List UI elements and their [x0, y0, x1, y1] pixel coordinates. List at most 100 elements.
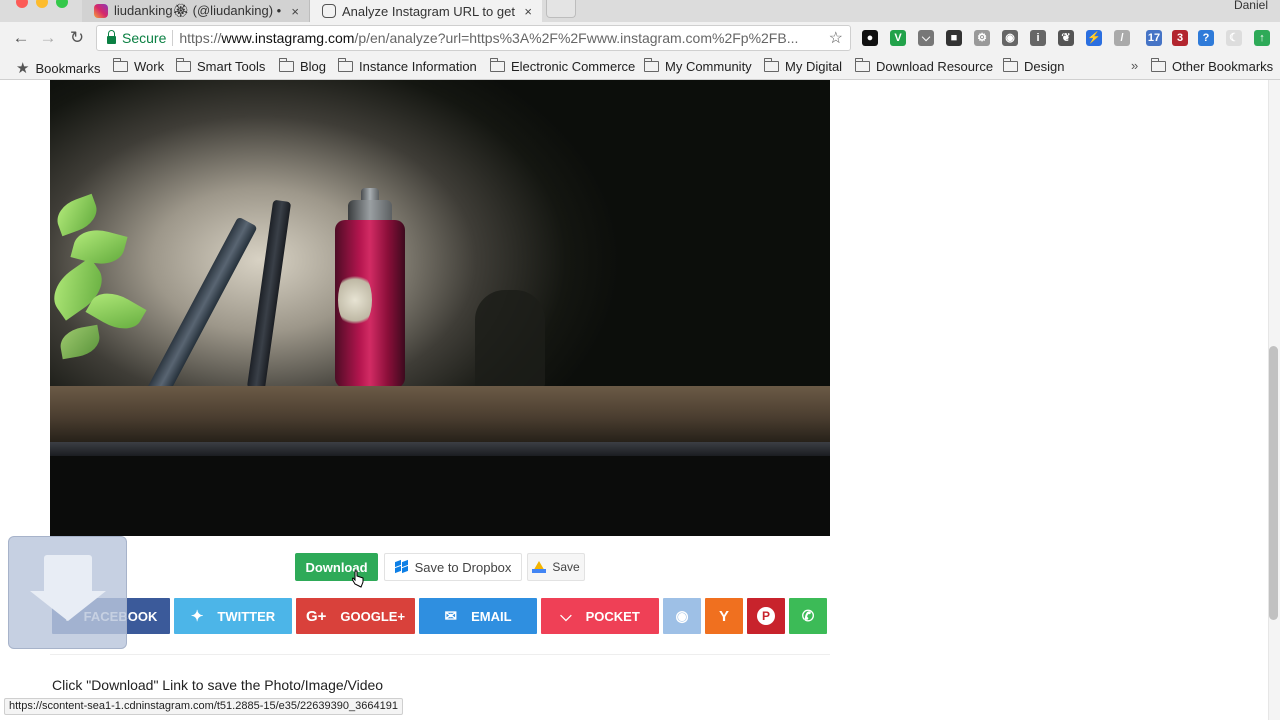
save-to-drive-button[interactable]: Save — [527, 553, 585, 581]
share-twitter-button[interactable]: ✦ TWITTER — [174, 598, 292, 634]
pocket-extension-icon[interactable]: ⌵ — [918, 30, 934, 46]
email-icon: ✉ — [444, 608, 458, 625]
bookmark-folder-my-digital[interactable]: My Digital — [764, 58, 843, 74]
bookmark-label: My Digital — [785, 59, 843, 74]
zoom-window-button[interactable] — [56, 0, 68, 8]
bookmark-label: Instance Information — [359, 59, 477, 74]
folder-icon — [490, 58, 505, 72]
bookmark-label: Design — [1024, 59, 1065, 74]
gear-extension-icon[interactable]: ⚙ — [974, 30, 990, 46]
bookmark-label: Work — [134, 59, 165, 74]
tab-title: Analyze Instagram URL to get — [342, 3, 515, 19]
whatsapp-icon: ✆ — [801, 608, 815, 625]
download-instruction: Click "Download" Link to save the Photo/… — [52, 677, 384, 693]
browser-toolbar: ← → ↻ Secure https://www.instagramg.com/… — [0, 22, 1280, 54]
share-whatsapp-button[interactable]: ✆ — [789, 598, 827, 634]
instagram-photo — [50, 80, 830, 536]
bookmark-label: Electronic Commerce — [511, 59, 636, 74]
tab-title: liudanking🏵 (@liudanking) • I — [114, 3, 286, 18]
dropbox-icon — [394, 559, 409, 574]
instagram-icon — [94, 4, 108, 18]
drive-label: Save — [552, 560, 580, 574]
bookmark-folder-download-resource[interactable]: Download Resource — [855, 58, 994, 74]
instagram-outline-icon — [322, 4, 336, 18]
folder-icon — [644, 58, 659, 72]
scrollbar-thumb[interactable] — [1269, 346, 1278, 620]
bookmark-bookmarks[interactable]: ★ Bookmarks — [16, 59, 100, 77]
bookmark-star-icon[interactable]: ☆ — [829, 28, 843, 48]
bookmark-folder-blog[interactable]: Blog — [279, 58, 327, 74]
info-extension-icon[interactable]: i — [1030, 30, 1046, 46]
folder-icon — [1003, 58, 1018, 72]
url-text[interactable]: https://www.instagramg.com/p/en/analyze?… — [179, 30, 828, 46]
moon-extension-icon[interactable]: ☾ — [1226, 30, 1242, 46]
grid-extension-icon[interactable]: ■ — [946, 30, 962, 46]
star-icon: ★ — [16, 60, 30, 77]
back-button[interactable]: ← — [10, 27, 32, 49]
bookmarks-bar: ★ Bookmarks Work Smart Tools Blog Instan… — [0, 54, 1280, 80]
share-label: POCKET — [585, 608, 640, 624]
bookmark-folder-smart-tools[interactable]: Smart Tools — [176, 58, 266, 74]
folder-icon — [764, 58, 779, 72]
shield-extension-icon[interactable]: 3 — [1172, 30, 1188, 46]
close-tab-icon[interactable]: × — [291, 4, 299, 19]
circle-extension-icon[interactable]: ● — [862, 30, 878, 46]
bookmark-folder-work[interactable]: Work — [113, 58, 165, 74]
camera-extension-icon[interactable]: ◉ — [1002, 30, 1018, 46]
bookmark-folder-other-bookmarks[interactable]: Other Bookmarks — [1151, 58, 1274, 74]
calendar-extension-icon[interactable]: 17 — [1146, 30, 1162, 46]
twitter-icon: ✦ — [190, 608, 204, 625]
reddit-icon: ◉ — [675, 608, 689, 625]
bookmark-label: Smart Tools — [197, 59, 266, 74]
reload-button[interactable]: ↻ — [66, 27, 88, 49]
evernote-extension-icon[interactable]: ❦ — [1058, 30, 1074, 46]
pinterest-icon: P — [757, 607, 775, 625]
bookmarks-overflow-button[interactable]: » — [1131, 58, 1138, 73]
bookmark-label: My Community — [665, 59, 752, 74]
folder-icon — [855, 58, 870, 72]
bookmark-folder-electronic-commerce[interactable]: Electronic Commerce — [490, 58, 636, 74]
share-label: GOOGLE+ — [340, 608, 406, 624]
up-arrow-extension-icon[interactable]: ↑ — [1254, 30, 1270, 46]
bookmark-folder-my-community[interactable]: My Community — [644, 58, 752, 74]
lock-icon — [107, 30, 116, 44]
download-button[interactable]: Download — [295, 553, 378, 581]
bookmark-label: Blog — [300, 59, 327, 74]
url-path: /p/en/analyze?url=https%3A%2F%2Fwww.inst… — [354, 30, 799, 46]
tab-instagram-profile[interactable]: liudanking🏵 (@liudanking) • I × — [82, 0, 310, 22]
close-window-button[interactable] — [16, 0, 28, 8]
bookmark-folder-design[interactable]: Design — [1003, 58, 1065, 74]
share-googleplus-button[interactable]: G+ GOOGLE+ — [296, 598, 415, 634]
address-bar[interactable]: Secure https://www.instagramg.com/p/en/a… — [96, 25, 851, 51]
share-pinterest-button[interactable]: P — [747, 598, 785, 634]
google-plus-icon: G+ — [305, 607, 327, 625]
v-extension-icon[interactable]: V — [890, 30, 906, 46]
forward-button[interactable]: → — [37, 27, 59, 49]
new-tab-button[interactable] — [546, 0, 576, 18]
download-arrow-icon — [44, 555, 92, 591]
folder-icon — [113, 58, 128, 72]
share-email-button[interactable]: ✉ EMAIL — [419, 598, 537, 634]
link-status-bar: https://scontent-sea1-1.cdninstagram.com… — [4, 698, 403, 715]
omnibox-divider — [172, 30, 174, 46]
save-to-dropbox-button[interactable]: Save to Dropbox — [384, 553, 522, 581]
share-pocket-button[interactable]: ⌵ POCKET — [541, 598, 659, 634]
bookmark-label: Download Resource — [876, 59, 994, 74]
folder-icon — [176, 58, 191, 72]
help-extension-icon[interactable]: ? — [1198, 30, 1214, 46]
bookmark-label: Other Bookmarks — [1172, 59, 1274, 74]
page-content: Download Save to Dropbox Save f FACEBOOK… — [0, 80, 1280, 720]
close-tab-icon[interactable]: × — [524, 4, 532, 19]
folder-icon — [1151, 58, 1166, 72]
google-drive-icon — [532, 561, 547, 573]
share-hackernews-button[interactable]: Y — [705, 598, 743, 634]
folder-icon — [279, 58, 294, 72]
bolt-extension-icon[interactable]: ⚡ — [1086, 30, 1102, 46]
tab-analyze-instagram[interactable]: Analyze Instagram URL to get × — [310, 0, 542, 22]
share-reddit-button[interactable]: ◉ — [663, 598, 701, 634]
bookmark-folder-instance-information[interactable]: Instance Information — [338, 58, 477, 74]
profile-name[interactable]: Daniel — [1234, 0, 1268, 12]
minimize-window-button[interactable] — [36, 0, 48, 8]
folder-icon — [338, 58, 353, 72]
feather-extension-icon[interactable]: / — [1114, 30, 1130, 46]
